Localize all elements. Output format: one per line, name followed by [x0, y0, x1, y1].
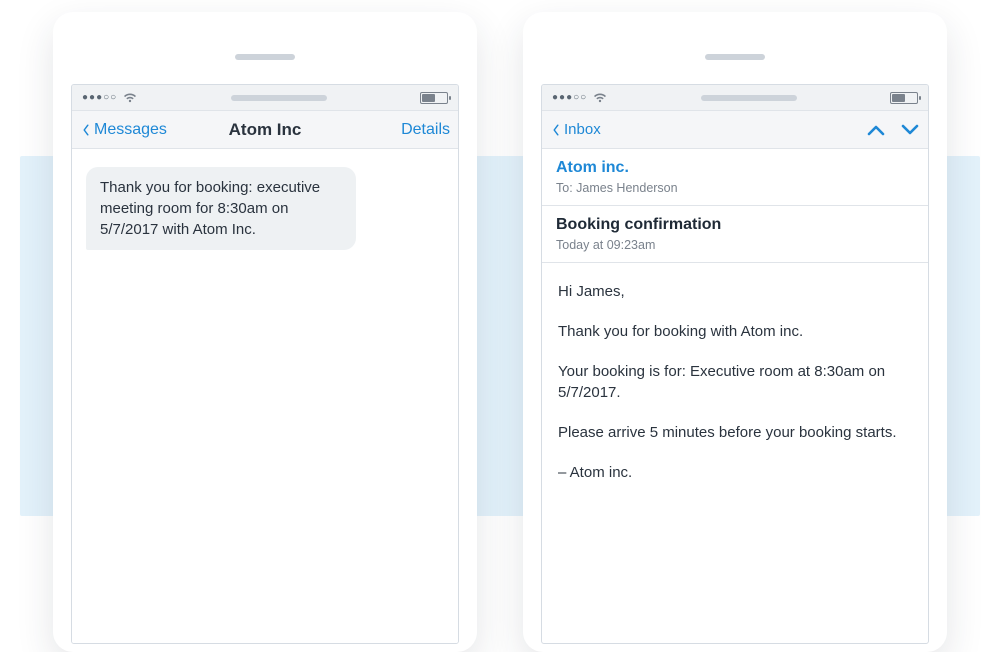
wifi-icon [123, 93, 137, 103]
chevron-left-icon [80, 124, 92, 136]
battery-icon [420, 92, 448, 104]
email-from: Atom inc. [556, 159, 914, 177]
email-screen: ●●●○○ Inbox [541, 84, 929, 644]
signal-dots-icon: ●●●○○ [552, 93, 587, 103]
email-body-line: Your booking is for: Executive room at 8… [558, 361, 912, 405]
status-bar: ●●●○○ [542, 85, 928, 111]
status-bar: ●●●○○ [72, 85, 458, 111]
phone-sms: ●●●○○ Messages Atom Inc Details [53, 12, 477, 652]
chevron-up-icon [866, 123, 886, 137]
previous-message-button[interactable] [866, 123, 886, 137]
incoming-message-bubble[interactable]: Thank you for booking: executive meeting… [86, 167, 356, 250]
notch-bar-icon [701, 95, 797, 101]
next-message-button[interactable] [900, 123, 920, 137]
chevron-down-icon [900, 123, 920, 137]
phone-speaker [235, 54, 295, 60]
email-navbar: Inbox [542, 111, 928, 149]
notch-bar-icon [231, 95, 327, 101]
status-center [137, 95, 420, 101]
status-center [607, 95, 890, 101]
details-button[interactable]: Details [401, 121, 450, 139]
status-right [420, 92, 448, 104]
status-left: ●●●○○ [82, 93, 137, 103]
email-timestamp: Today at 09:23am [556, 238, 914, 252]
phone-row: ●●●○○ Messages Atom Inc Details [0, 12, 1000, 652]
signal-dots-icon: ●●●○○ [82, 93, 117, 103]
email-body-line: Please arrive 5 minutes before your book… [558, 422, 912, 444]
battery-icon [890, 92, 918, 104]
email-subject: Booking confirmation [556, 216, 914, 234]
phone-speaker [705, 54, 765, 60]
back-label: Inbox [564, 121, 601, 138]
phone-email: ●●●○○ Inbox [523, 12, 947, 652]
details-label: Details [401, 121, 450, 139]
email-subject-block: Booking confirmation Today at 09:23am [542, 206, 928, 263]
email-body[interactable]: Hi James, Thank you for booking with Ato… [542, 263, 928, 502]
back-label: Messages [94, 121, 167, 139]
email-body-line: Hi James, [558, 281, 912, 303]
sms-screen: ●●●○○ Messages Atom Inc Details [71, 84, 459, 644]
sms-navbar: Messages Atom Inc Details [72, 111, 458, 149]
wifi-icon [593, 93, 607, 103]
email-to: To: James Henderson [556, 181, 914, 195]
status-left: ●●●○○ [552, 93, 607, 103]
back-button[interactable]: Messages [80, 121, 167, 139]
message-area[interactable]: Thank you for booking: executive meeting… [72, 149, 458, 643]
email-body-line: Thank you for booking with Atom inc. [558, 321, 912, 343]
email-sender-block[interactable]: Atom inc. To: James Henderson [542, 149, 928, 206]
back-button[interactable]: Inbox [550, 121, 601, 138]
chevron-left-icon [550, 124, 562, 136]
email-body-signoff: – Atom inc. [558, 462, 912, 484]
status-right [890, 92, 918, 104]
